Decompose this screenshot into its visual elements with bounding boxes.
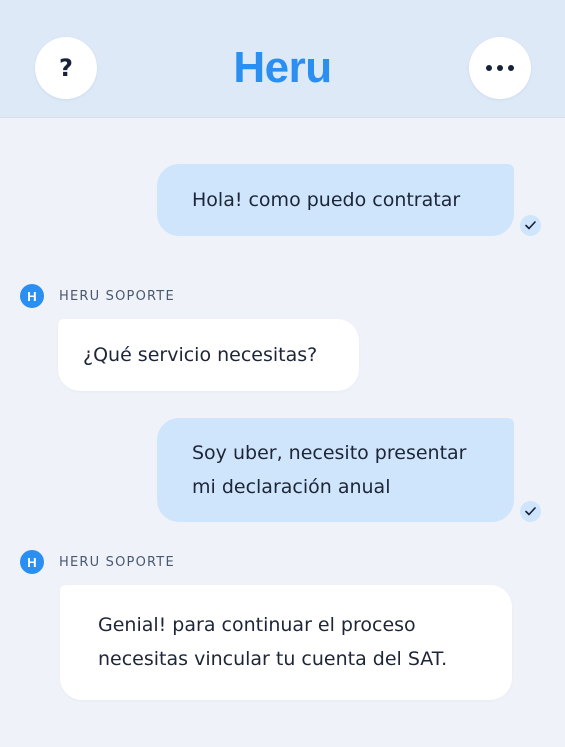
check-icon xyxy=(520,501,541,522)
message-line: necesitas vincular tu cuenta del SAT. xyxy=(98,648,448,670)
avatar: H xyxy=(20,284,44,308)
sender-name: HERU SOPORTE xyxy=(59,554,175,570)
more-options-button[interactable] xyxy=(469,37,531,99)
ellipsis-icon xyxy=(486,65,514,71)
message-line: Genial! para continuar el proceso xyxy=(98,614,416,636)
bot-message: Genial! para continuar el proceso necesi… xyxy=(60,585,512,700)
avatar: H xyxy=(20,550,44,574)
sender-label: H HERU SOPORTE xyxy=(20,550,175,574)
user-message: Soy uber, necesito presentar mi declarac… xyxy=(157,418,514,522)
user-message: Hola! como puedo contratar xyxy=(157,164,514,236)
sender-label: H HERU SOPORTE xyxy=(20,284,175,308)
sender-name: HERU SOPORTE xyxy=(59,288,175,304)
check-icon xyxy=(520,215,541,236)
message-line: Hola! como puedo contratar xyxy=(192,189,461,211)
chat-header: ? Heru xyxy=(0,0,565,118)
message-line: Soy uber, necesito presentar xyxy=(192,442,467,464)
bot-message: ¿Qué servicio necesitas? xyxy=(58,319,359,391)
message-line: ¿Qué servicio necesitas? xyxy=(83,344,318,366)
message-line: mi declaración anual xyxy=(192,476,391,498)
